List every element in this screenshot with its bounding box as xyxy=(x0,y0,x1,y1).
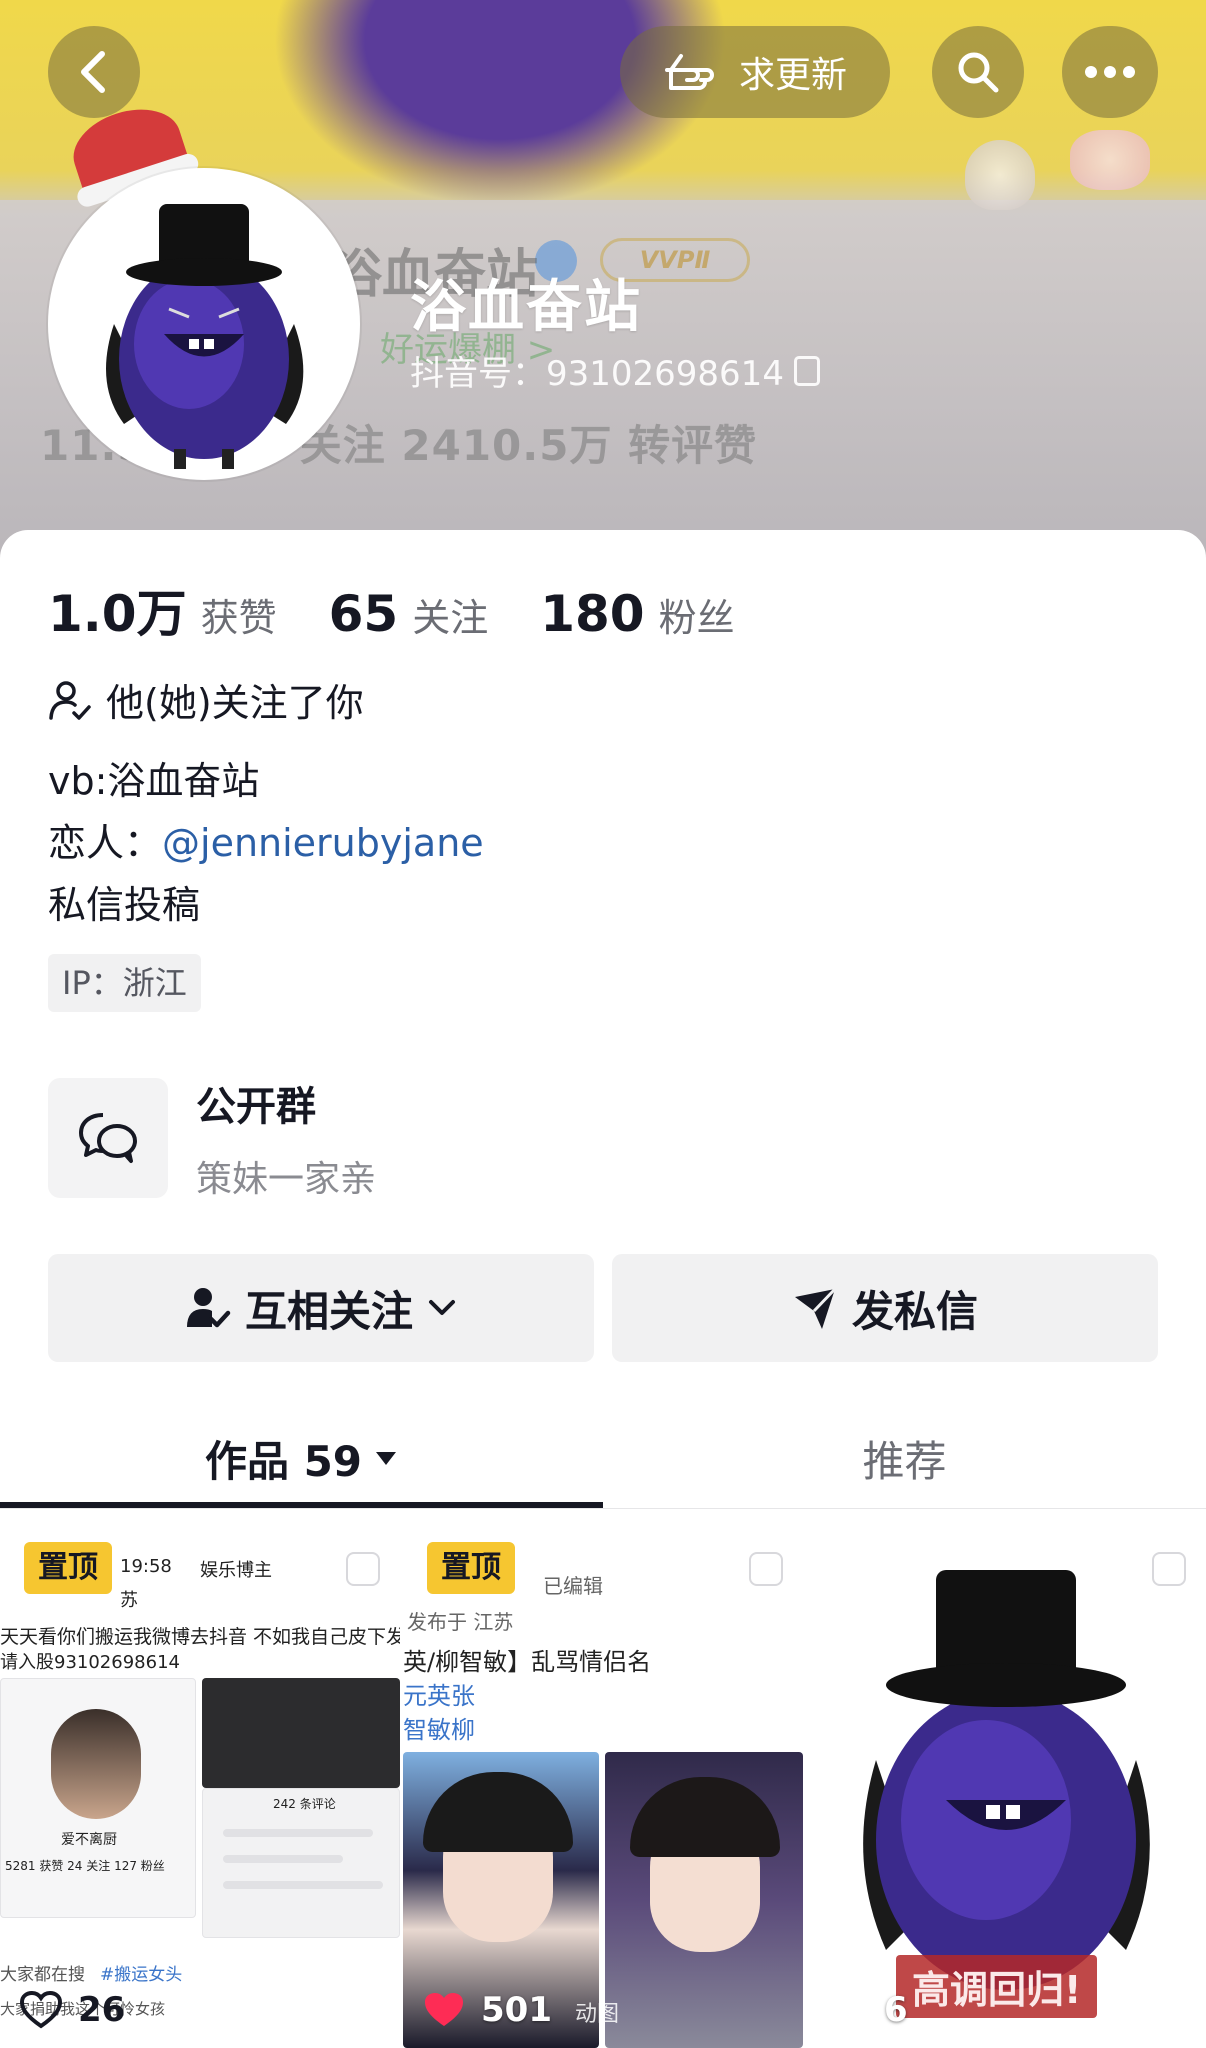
animated-tag: 动图 xyxy=(574,2002,619,2027)
chat-bubbles-icon xyxy=(79,1113,137,1163)
group-title: 公开群 xyxy=(196,1084,316,1130)
chevron-left-icon xyxy=(81,51,105,93)
request-update-button[interactable]: 求更新 xyxy=(620,26,890,118)
video-1-hashtag: #搬运女头 xyxy=(100,1965,183,1985)
stat-followers-value: 180 xyxy=(540,585,645,643)
user-check-filled-icon xyxy=(186,1288,231,1328)
tab-works[interactable]: 作品 59 xyxy=(0,1410,603,1506)
stat-likes[interactable]: 1.0万 获赞 xyxy=(48,574,277,646)
search-button[interactable] xyxy=(932,26,1024,118)
select-checkbox[interactable] xyxy=(1152,1552,1186,1586)
douyin-id-text: 抖音号：93102698614 xyxy=(410,354,784,394)
shell-decoration xyxy=(965,140,1035,210)
bio: vb:浴血奋站 恋人：@jennierubyjane 私信投稿 xyxy=(48,750,484,936)
stat-following-value: 65 xyxy=(328,585,399,643)
user-check-icon xyxy=(49,680,91,720)
heart-outline-icon xyxy=(20,1991,62,2029)
bio-line-3: 私信投稿 xyxy=(48,883,201,927)
video-thumbnail[interactable]: 高调回归! 6 xyxy=(806,1530,1206,2048)
send-message-label: 发私信 xyxy=(851,1286,978,1336)
bio-line-2: 恋人：@jennierubyjane xyxy=(48,812,484,874)
group-chat-icon-box xyxy=(48,1078,168,1198)
video-2-photo-right xyxy=(605,1752,803,2048)
content-tabs: 作品 59 推荐 xyxy=(0,1410,1206,1510)
mutual-follow-label: 互相关注 xyxy=(244,1286,413,1336)
follows-you-text: 他(她)关注了你 xyxy=(106,681,364,725)
tab-divider xyxy=(0,1508,1206,1509)
back-button[interactable] xyxy=(48,26,140,118)
video-1-location: 苏 xyxy=(120,1590,138,1611)
bow-decoration xyxy=(1070,130,1150,190)
group-text: 公开群 策妹一家亲 xyxy=(196,1074,376,1202)
video-1-search: 大家都在搜 xyxy=(0,1965,85,1985)
douyin-id[interactable]: 抖音号：93102698614 xyxy=(410,346,820,395)
stat-followers[interactable]: 180 粉丝 xyxy=(540,585,734,643)
video-1-comments: 242 条评论 xyxy=(273,1797,336,1811)
request-update-label: 求更新 xyxy=(738,55,847,96)
send-message-button[interactable]: 发私信 xyxy=(612,1254,1158,1362)
video-1-time: 19:58 xyxy=(120,1556,172,1577)
tab-works-label: 作品 59 xyxy=(204,1436,363,1486)
video-thumbnail[interactable]: 已编辑 发布于 江苏 英/柳智敏】乱骂情侣名 元英张 智敏柳 置顶 动图 501 xyxy=(403,1530,803,2048)
video-1-screenshot-right-top xyxy=(202,1678,400,1788)
like-count-value: 26 xyxy=(78,1990,126,2030)
heart-outline-icon xyxy=(826,1991,868,2029)
more-icon xyxy=(1085,66,1135,78)
tab-recommend[interactable]: 推荐 xyxy=(603,1410,1206,1506)
group-subtitle: 策妹一家亲 xyxy=(196,1159,377,1200)
stat-likes-value: 1.0万 xyxy=(48,585,187,643)
bio-line-1: vb:浴血奋站 xyxy=(48,759,260,803)
mutual-follow-button[interactable]: 互相关注 xyxy=(48,1254,594,1362)
profile-card: 1.0万 获赞 65 关注 180 粉丝 他(她)关注了你 vb:浴血奋站 恋人… xyxy=(0,530,1206,2048)
copy-icon[interactable] xyxy=(793,355,820,386)
video-grid: 19:58 娱乐博主 苏 天天看你们搬运我微博去抖音 不如我自己皮下发 请入股9… xyxy=(0,1530,1206,2048)
video-thumbnail[interactable]: 19:58 娱乐博主 苏 天天看你们搬运我微博去抖音 不如我自己皮下发 请入股9… xyxy=(0,1530,400,2048)
like-count-value: 501 xyxy=(481,1990,552,2030)
like-count-value: 6 xyxy=(884,1990,908,2030)
video-2-blue-1: 元英张 xyxy=(403,1682,475,1710)
display-name: 浴血奋站 xyxy=(410,275,642,340)
stat-likes-label: 获赞 xyxy=(200,596,277,640)
video-3-caption: 高调回归! xyxy=(896,1955,1098,2018)
stat-following-label: 关注 xyxy=(412,596,489,640)
pointing-hand-icon xyxy=(664,54,714,90)
select-checkbox[interactable] xyxy=(346,1552,380,1586)
ip-location-tag: IP：浙江 xyxy=(48,954,201,1012)
public-group-entry[interactable]: 公开群 策妹一家亲 xyxy=(48,1074,376,1202)
caret-down-icon xyxy=(376,1452,397,1465)
eggplant-avatar-image xyxy=(54,174,354,474)
video-1-screenshot-left: 爱不离厨 5281 获赞 24 关注 127 粉丝 xyxy=(0,1678,196,1918)
more-button[interactable] xyxy=(1062,26,1158,118)
stat-following[interactable]: 65 关注 xyxy=(329,585,489,643)
follows-you-note: 他(她)关注了你 xyxy=(48,672,364,727)
like-count: 6 xyxy=(826,1990,908,2030)
video-1-nick: 爱不离厨 xyxy=(61,1832,117,1848)
video-1-caption: 天天看你们搬运我微博去抖音 不如我自己皮下发 xyxy=(0,1626,400,1648)
select-checkbox[interactable] xyxy=(749,1552,783,1586)
tab-recommend-label: 推荐 xyxy=(862,1436,947,1486)
video-2-blue-2: 智敏柳 xyxy=(403,1716,475,1744)
search-icon xyxy=(958,52,999,93)
video-1-screenshot-right-bottom: 242 条评论 xyxy=(202,1788,400,1938)
video-2-edited: 已编辑 xyxy=(543,1574,603,1598)
avatar[interactable] xyxy=(48,168,360,480)
chevron-down-icon xyxy=(429,1300,455,1315)
stats-row: 1.0万 获赞 65 关注 180 粉丝 xyxy=(48,574,787,646)
like-count: 501 xyxy=(423,1990,552,2030)
pinned-badge: 置顶 xyxy=(24,1542,112,1594)
partner-mention-link[interactable]: @jennierubyjane xyxy=(162,821,484,865)
stat-followers-label: 粉丝 xyxy=(658,596,735,640)
video-1-caption-2: 请入股93102698614 xyxy=(0,1652,180,1673)
bio-partner-label: 恋人： xyxy=(48,821,163,865)
heart-filled-icon xyxy=(425,1993,463,2026)
pinned-badge: 置顶 xyxy=(427,1542,515,1594)
video-2-title: 英/柳智敏】乱骂情侣名 xyxy=(403,1648,652,1676)
video-1-stats-row: 5281 获赞 24 关注 127 粉丝 xyxy=(5,1859,165,1873)
video-2-location: 发布于 江苏 xyxy=(407,1610,514,1634)
like-count: 26 xyxy=(20,1990,125,2030)
send-icon xyxy=(794,1287,837,1329)
video-1-tag: 娱乐博主 xyxy=(200,1560,272,1581)
